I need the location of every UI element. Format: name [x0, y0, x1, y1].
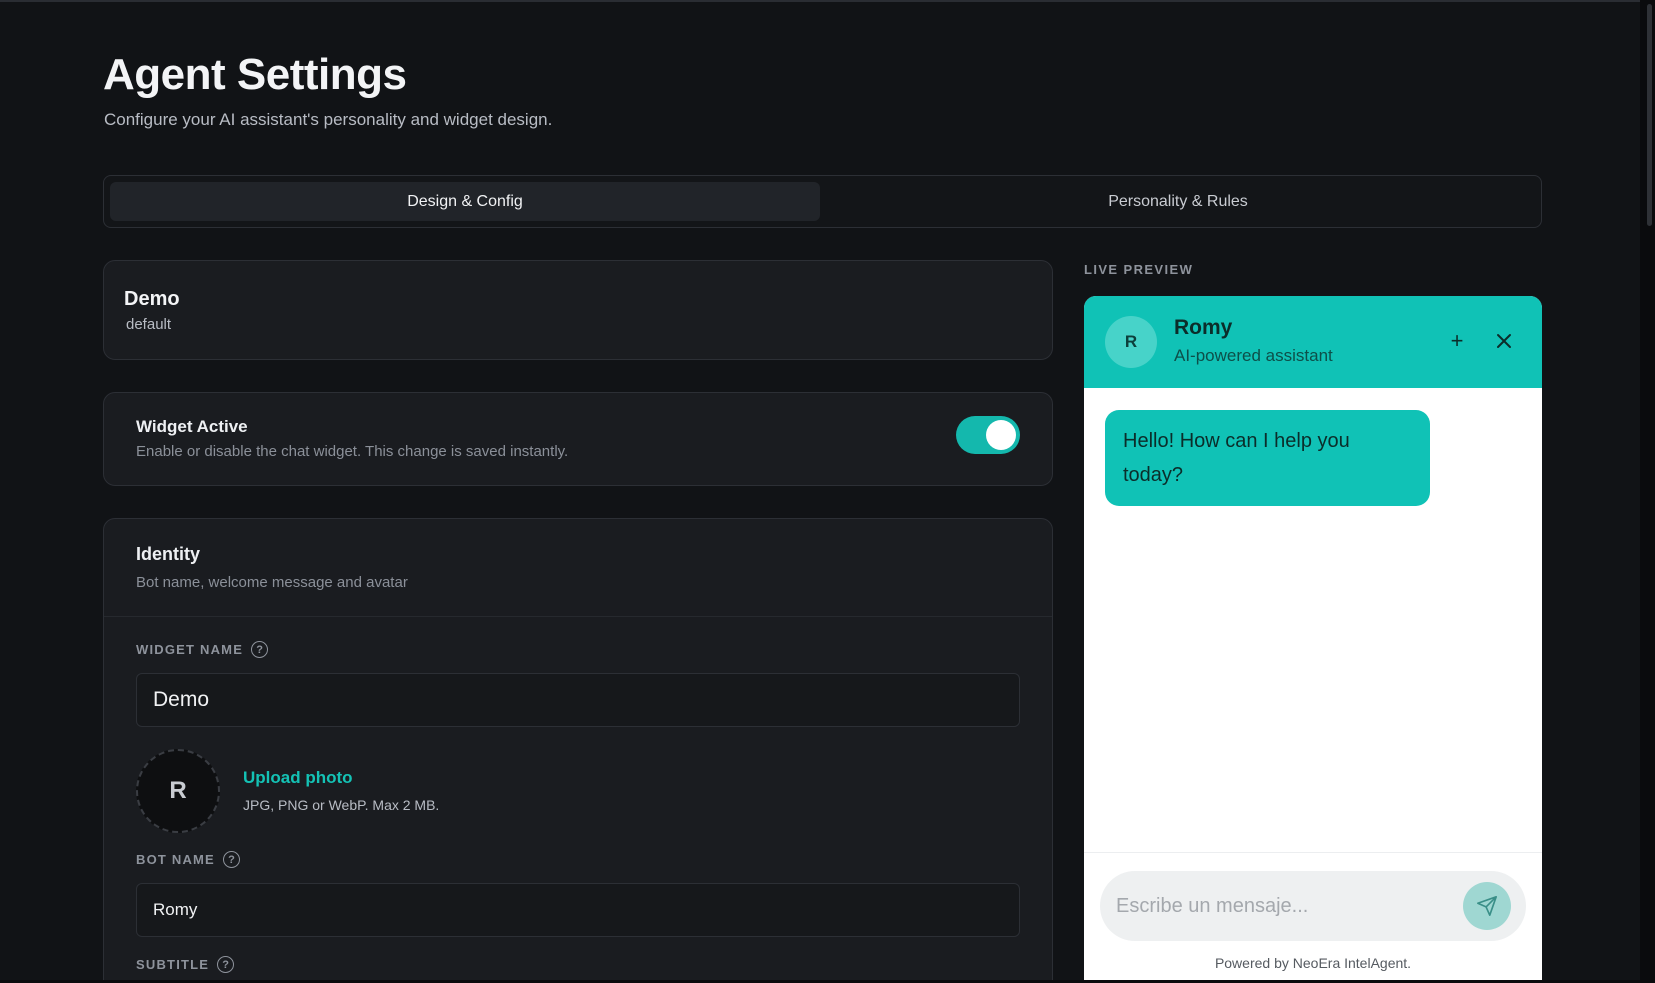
send-button[interactable]: [1463, 882, 1511, 930]
widget-name-label-text: WIDGET NAME: [136, 642, 244, 657]
divider: [104, 616, 1052, 617]
identity-title: Identity: [136, 544, 201, 564]
welcome-message-bubble: Hello! How can I help you today?: [1105, 410, 1430, 506]
settings-tabs: Design & Config Personality & Rules: [103, 175, 1542, 228]
help-icon[interactable]: ?: [251, 641, 269, 658]
bot-name-input[interactable]: [136, 883, 1020, 937]
identity-description: Bot name, welcome message and avatar: [136, 574, 408, 591]
subtitle-label: SUBTITLE ?: [136, 956, 235, 973]
page-subtitle: Configure your AI assistant's personalit…: [104, 110, 553, 129]
preview-header: R Romy AI-powered assistant +: [1084, 296, 1542, 388]
bot-name-label: BOT NAME ?: [136, 851, 240, 868]
help-icon[interactable]: ?: [217, 956, 235, 973]
tab-personality-rules[interactable]: Personality & Rules: [820, 182, 1536, 221]
bot-name-label-text: BOT NAME: [136, 852, 215, 867]
agent-card[interactable]: Demo default: [103, 260, 1053, 360]
preview-bot-subtitle: AI-powered assistant: [1174, 346, 1333, 365]
message-input[interactable]: [1116, 887, 1446, 925]
preview-bot-name: Romy: [1174, 316, 1233, 339]
widget-active-description: Enable or disable the chat widget. This …: [136, 443, 569, 460]
subtitle-label-text: SUBTITLE: [136, 957, 210, 972]
scrollbar-thumb[interactable]: [1647, 4, 1652, 226]
widget-active-title: Widget Active: [136, 417, 248, 436]
widget-active-card: Widget Active Enable or disable the chat…: [103, 392, 1053, 486]
avatar-upload[interactable]: R: [136, 749, 220, 833]
agent-slug: default: [126, 316, 172, 333]
divider: [1084, 852, 1542, 853]
page: Agent Settings Configure your AI assista…: [0, 0, 1655, 983]
help-icon[interactable]: ?: [222, 851, 240, 868]
tab-design-config[interactable]: Design & Config: [110, 182, 820, 221]
live-preview-widget: R Romy AI-powered assistant + Hello! How…: [1084, 296, 1542, 983]
message-input-container: [1100, 871, 1526, 941]
send-icon: [1477, 896, 1497, 916]
widget-name-input[interactable]: [136, 673, 1020, 727]
upload-photo-link[interactable]: Upload photo: [243, 768, 353, 788]
top-border: [0, 0, 1655, 2]
plus-icon[interactable]: +: [1442, 326, 1472, 356]
close-icon[interactable]: [1489, 326, 1519, 356]
widget-active-toggle[interactable]: [956, 416, 1020, 454]
upload-hint: JPG, PNG or WebP. Max 2 MB.: [243, 797, 440, 813]
preview-avatar: R: [1105, 316, 1157, 368]
toggle-knob: [986, 420, 1016, 450]
identity-card: Identity Bot name, welcome message and a…: [103, 518, 1053, 983]
powered-by: Powered by NeoEra IntelAgent.: [1214, 955, 1412, 971]
agent-name: Demo: [124, 288, 180, 310]
widget-name-label: WIDGET NAME ?: [136, 641, 269, 658]
page-title: Agent Settings: [103, 50, 407, 99]
live-preview-label: LIVE PREVIEW: [1084, 262, 1194, 277]
